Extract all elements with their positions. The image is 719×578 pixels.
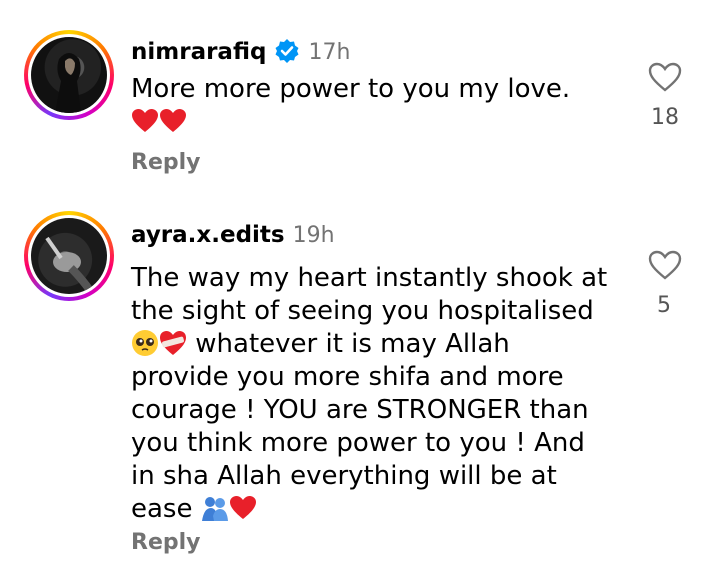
comment-text: The way my heart instantly shook at the … (131, 262, 611, 526)
avatar[interactable] (31, 218, 107, 294)
like-count: 5 (657, 293, 671, 318)
pleading-face-icon (131, 329, 159, 357)
mending-heart-icon (159, 329, 187, 357)
reply-button[interactable]: Reply (131, 530, 201, 555)
comment: ayra.x.edits 19h The way my heart instan… (0, 0, 719, 555)
story-ring[interactable] (24, 211, 114, 301)
comment-body-part-2: whatever it is may Allah provide you mor… (131, 329, 589, 524)
people-hugging-icon (201, 494, 229, 522)
story-ring[interactable] (24, 30, 114, 120)
like-heart-icon[interactable] (648, 250, 682, 280)
timestamp: 19h (292, 223, 335, 248)
comment-body-part-1: The way my heart instantly shook at the … (131, 263, 608, 326)
red-heart-icon (229, 495, 257, 521)
username[interactable]: ayra.x.edits (131, 222, 285, 248)
avatar[interactable] (31, 37, 107, 113)
comment-header: ayra.x.edits 19h (131, 222, 335, 248)
